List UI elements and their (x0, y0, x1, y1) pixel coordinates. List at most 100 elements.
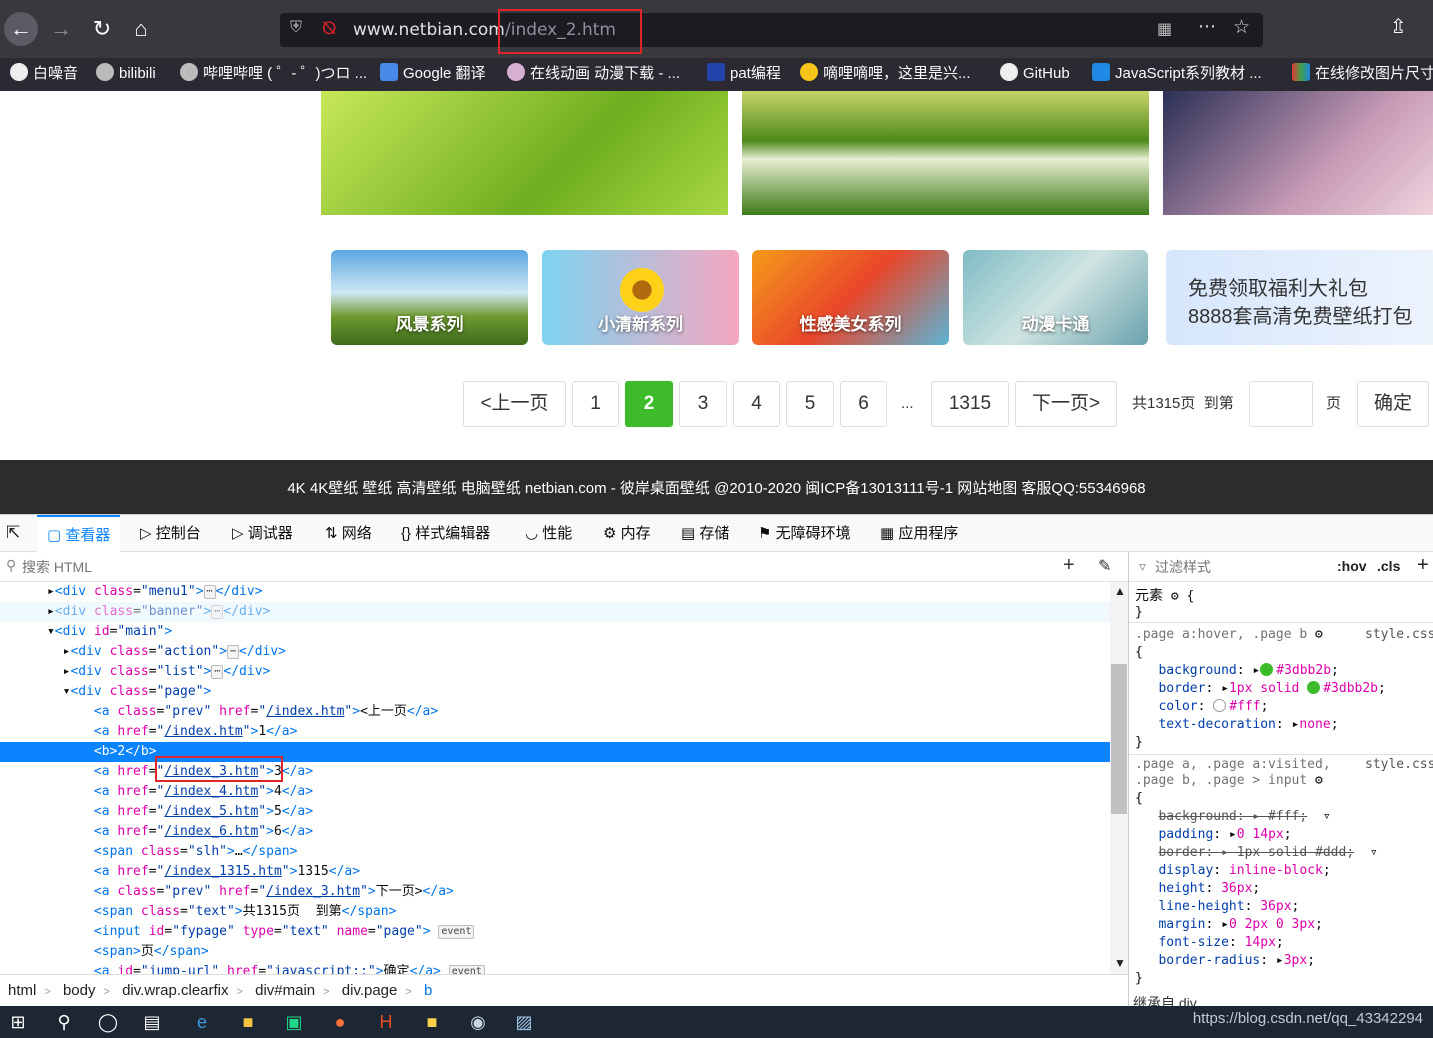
element-picker-icon[interactable]: ⇱ (6, 523, 20, 543)
promo-banner[interactable]: 免费领取福利大礼包 8888套高清免费壁纸打包 (1166, 250, 1433, 345)
image-viewer-icon[interactable]: ▨ (512, 1010, 536, 1034)
page-link[interactable]: 6 (840, 381, 887, 427)
bookmark-item[interactable]: bilibili (96, 63, 156, 85)
search-icon[interactable]: ⚲ (52, 1010, 76, 1034)
tab-inspector[interactable]: ▢ 查看器 (37, 515, 121, 552)
address-bar[interactable]: ⛨ ⦰ www.netbian.com /index_2.htm ▦ ⋯ ☆ (280, 9, 1263, 54)
page-link[interactable]: 1 (572, 381, 619, 427)
cortana-icon[interactable]: ◯ (96, 1010, 120, 1034)
save-to-pocket-icon[interactable]: ⇫ (1390, 14, 1407, 39)
filter-icon[interactable]: ▿ (1323, 809, 1331, 824)
hov-toggle[interactable]: :hov (1337, 558, 1367, 574)
wallpaper-thumbnail[interactable] (1163, 91, 1433, 215)
page-link[interactable]: 4 (733, 381, 780, 427)
color-swatch[interactable] (1260, 663, 1274, 676)
scroll-up-arrow[interactable]: ▲ (1114, 584, 1126, 598)
tree-node[interactable]: <a href="/index_5.htm">5</a> (0, 802, 1110, 822)
rule-source-link[interactable]: style.css (1365, 756, 1433, 774)
bookmark-item[interactable]: 在线动画 动漫下载 - ... (507, 63, 680, 85)
bookmark-item[interactable]: pat编程 (707, 63, 781, 85)
task-view-icon[interactable]: ▤ (140, 1010, 164, 1034)
file-explorer-icon[interactable]: ■ (236, 1010, 260, 1034)
wallpaper-thumbnail[interactable] (321, 91, 728, 215)
tree-node[interactable]: ▸<div class="list"> ⋯ </div> (0, 662, 1110, 682)
tree-node[interactable]: <a href="/index_4.htm">4</a> (0, 782, 1110, 802)
breadcrumb-item-current[interactable]: b (424, 982, 432, 999)
filter-icon[interactable]: ▿ (1370, 845, 1378, 860)
tree-node[interactable]: ▸<div class="menu1"> ⋯ </div> (0, 582, 1110, 602)
tab-debugger[interactable]: ▷ 调试器 (232, 515, 293, 552)
gear-icon[interactable]: ⚙ (1315, 773, 1323, 788)
edge-icon[interactable]: e (190, 1010, 214, 1034)
tab-style-editor[interactable]: {} 样式编辑器 (401, 515, 490, 552)
shield-icon[interactable]: ⛨ (290, 19, 302, 37)
tree-node[interactable]: <span class="text">共1315页 到第</span> (0, 902, 1110, 922)
gear-icon[interactable]: ⚙ (1171, 589, 1179, 604)
tab-application[interactable]: ▦ 应用程序 (880, 515, 958, 552)
cls-toggle[interactable]: .cls (1377, 558, 1400, 574)
reload-button[interactable]: ↻ (85, 12, 119, 46)
breadcrumb-item[interactable]: div#main (255, 982, 315, 999)
rule-selector[interactable]: .page a, .page a:visited, (1135, 757, 1331, 772)
confirm-button[interactable]: 确定 (1357, 381, 1429, 427)
tab-accessibility[interactable]: ⚑ 无障碍环境 (758, 515, 851, 552)
next-page-link[interactable]: 下一页> (1015, 381, 1117, 427)
bookmark-item[interactable]: 白噪音 (10, 63, 78, 85)
tree-scrollbar[interactable]: ▲ ▼ (1110, 582, 1128, 974)
pycharm-icon[interactable]: ▣ (282, 1010, 306, 1034)
scroll-thumb[interactable] (1111, 664, 1127, 814)
bookmark-item[interactable]: JavaScript系列教材 ... (1092, 63, 1262, 85)
home-button[interactable]: ⌂ (124, 12, 158, 46)
rule-selector[interactable]: .page b, .page > input (1135, 773, 1307, 788)
bookmark-item[interactable]: GitHub (1000, 63, 1070, 85)
tab-storage[interactable]: ▤ 存储 (681, 515, 729, 552)
prev-page-link[interactable]: <上一页 (463, 381, 566, 427)
steam-icon[interactable]: ◉ (466, 1010, 490, 1034)
qr-code-icon[interactable]: ▦ (1157, 19, 1172, 39)
gear-icon[interactable]: ⚙ (1315, 627, 1323, 642)
tree-node[interactable]: <a href="/index.htm">1</a> (0, 722, 1110, 742)
bookmark-item[interactable]: Google 翻译 (380, 63, 486, 85)
filter-styles-input[interactable] (1155, 556, 1325, 578)
bookmark-item[interactable]: 哔哩哔哩 ( ゜- ゜)つロ ... (180, 63, 367, 85)
tree-node[interactable]: ▾<div class="page"> (0, 682, 1110, 702)
forward-button[interactable]: → (44, 12, 78, 46)
tree-node[interactable]: <a class="prev" href="/index.htm"><上一页</… (0, 702, 1110, 722)
scroll-down-arrow[interactable]: ▼ (1114, 956, 1126, 970)
bookmark-item[interactable]: 嘀哩嘀哩，这里是兴... (800, 63, 971, 85)
tab-console[interactable]: ▷ 控制台 (140, 515, 201, 552)
rule-selector[interactable]: .page a:hover, .page b (1135, 627, 1307, 642)
wallpaper-thumbnail[interactable] (742, 91, 1149, 215)
last-page-link[interactable]: 1315 (931, 381, 1009, 427)
tree-node[interactable]: <a href="/index_6.htm">6</a> (0, 822, 1110, 842)
breadcrumb-item[interactable]: div.page (342, 982, 398, 999)
app-icon[interactable]: ■ (420, 1010, 444, 1034)
color-swatch[interactable] (1307, 681, 1321, 694)
category-beauty[interactable]: 性感美女系列 (752, 250, 949, 345)
page-actions-icon[interactable]: ⋯ (1198, 16, 1216, 37)
tree-node[interactable]: ▸<div class="action"> ⋯ </div> (0, 642, 1110, 662)
add-node-icon[interactable]: + (1063, 554, 1075, 577)
tree-node[interactable]: <span class="slh">…</span> (0, 842, 1110, 862)
tree-node[interactable]: <span>页</span> (0, 942, 1110, 962)
bookmark-star-icon[interactable]: ☆ (1233, 16, 1250, 39)
tree-node[interactable]: ▾<div id="main"> (0, 622, 1110, 642)
page-link[interactable]: 5 (786, 381, 834, 427)
breadcrumb-item[interactable]: html (8, 982, 36, 999)
rule-source-link[interactable]: style.css (1365, 626, 1433, 644)
tree-node[interactable]: <a id="jump-url" href="javascript:;">确定<… (0, 962, 1110, 974)
tree-node[interactable]: <a class="prev" href="/index_3.htm">下一页>… (0, 882, 1110, 902)
firefox-icon[interactable]: ● (328, 1010, 352, 1034)
add-rule-icon[interactable]: + (1417, 554, 1429, 577)
breadcrumb-item[interactable]: div.wrap.clearfix (122, 982, 228, 999)
tab-network[interactable]: ⇅ 网络 (325, 515, 372, 552)
tree-node[interactable]: <a href="/index_1315.htm">1315</a> (0, 862, 1110, 882)
bookmark-item[interactable]: 在线修改图片尺寸 (1292, 63, 1433, 85)
color-swatch[interactable] (1213, 699, 1227, 712)
page-link[interactable]: 3 (679, 381, 727, 427)
windows-start-icon[interactable]: ⊞ (6, 1010, 30, 1034)
category-landscape[interactable]: 风景系列 (331, 250, 528, 345)
eyedropper-icon[interactable]: ✎ (1098, 556, 1111, 576)
tab-memory[interactable]: ⚙ 内存 (603, 515, 651, 552)
tree-node[interactable]: ▸<div class="banner"> ⋯ </div> (0, 602, 1110, 622)
